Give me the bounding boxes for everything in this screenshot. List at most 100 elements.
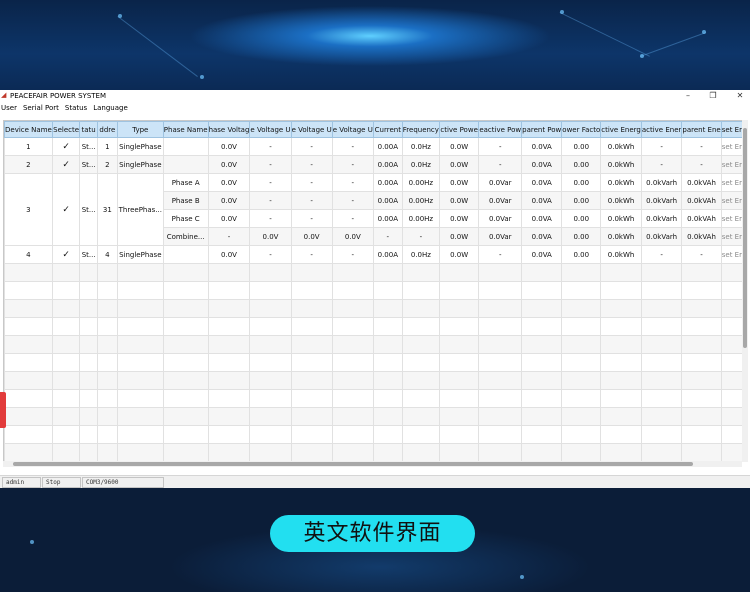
cell: - bbox=[331, 209, 374, 228]
cell: St... bbox=[79, 155, 98, 174]
table-header: Device Name Selecte tatu ddre Type Phase… bbox=[4, 121, 743, 138]
cell: 0.0V bbox=[290, 227, 333, 246]
col-header[interactable]: active Ener bbox=[640, 121, 683, 138]
set-energy-link[interactable]: set Er bbox=[720, 173, 743, 192]
device-table: Device Name Selecte tatu ddre Type Phase… bbox=[4, 121, 743, 461]
col-header[interactable]: ddre bbox=[96, 121, 118, 138]
set-energy-link[interactable]: set Er bbox=[720, 155, 743, 174]
cell: 0.0kWh bbox=[600, 227, 642, 246]
table-row[interactable]: 3 ✓ St... 31 ThreePhas... Phase A 0.0V -… bbox=[4, 173, 743, 246]
cell: - bbox=[640, 137, 683, 156]
cell: 0.0kVarh bbox=[640, 191, 683, 210]
status-bar: admin Stop COM3/9600 bbox=[0, 475, 750, 488]
cell: 0.0kWh bbox=[600, 245, 642, 264]
cell: 0.0V bbox=[249, 227, 292, 246]
empty-row bbox=[4, 407, 743, 426]
set-energy-link[interactable]: set Er bbox=[720, 137, 743, 156]
cell: 0.0VA bbox=[521, 155, 563, 174]
col-header[interactable]: e Voltage U bbox=[249, 121, 292, 138]
cell bbox=[162, 155, 209, 174]
selected-checkbox[interactable]: ✓ bbox=[51, 137, 81, 156]
selected-checkbox[interactable]: ✓ bbox=[51, 173, 81, 246]
selected-checkbox[interactable]: ✓ bbox=[51, 155, 81, 174]
cell: 0.00 bbox=[561, 227, 602, 246]
empty-row bbox=[4, 443, 743, 461]
set-energy-link[interactable]: set Er bbox=[720, 245, 743, 264]
table-row[interactable]: 1 ✓ St... 1 SinglePhase 0.0V - - - 0.00A… bbox=[4, 137, 743, 156]
close-icon[interactable]: ✕ bbox=[733, 90, 747, 102]
device-grid[interactable]: Device Name Selecte tatu ddre Type Phase… bbox=[3, 120, 744, 462]
col-header[interactable]: Type bbox=[116, 121, 164, 138]
menu-language[interactable]: Language bbox=[93, 104, 128, 112]
empty-row bbox=[4, 335, 743, 354]
col-header[interactable]: Phase Name bbox=[162, 121, 209, 138]
col-header[interactable]: Device Name bbox=[4, 121, 53, 138]
caption-text: 英文软件界面 bbox=[303, 521, 442, 546]
col-header[interactable]: tatu bbox=[79, 121, 98, 138]
col-header[interactable]: e Voltage U bbox=[290, 121, 333, 138]
cell: 31 bbox=[96, 173, 118, 246]
col-header[interactable]: hase Voltag bbox=[207, 121, 251, 138]
col-header[interactable]: parent Ene bbox=[681, 121, 722, 138]
cell: St... bbox=[79, 137, 98, 156]
empty-row bbox=[4, 263, 743, 282]
cell: Phase A bbox=[162, 173, 209, 192]
empty-row bbox=[4, 317, 743, 336]
col-header[interactable]: Current bbox=[372, 121, 403, 138]
cell: Phase C bbox=[162, 209, 209, 228]
cell: 0.0W bbox=[438, 209, 480, 228]
vertical-scrollbar[interactable] bbox=[742, 120, 748, 462]
minimize-icon[interactable]: – bbox=[681, 90, 695, 102]
col-header[interactable]: Selecte bbox=[51, 121, 81, 138]
menu-user[interactable]: User bbox=[1, 104, 17, 112]
col-header[interactable]: eactive Pow bbox=[478, 121, 523, 138]
col-header[interactable]: set Er bbox=[720, 121, 743, 138]
empty-row bbox=[4, 353, 743, 372]
cell: - bbox=[372, 227, 403, 246]
cell: 2 bbox=[96, 155, 118, 174]
horizontal-scroll-thumb[interactable] bbox=[13, 462, 693, 466]
cell: 0.0VA bbox=[521, 227, 563, 246]
set-energy-link[interactable]: set Er bbox=[720, 209, 743, 228]
cell: 0.00 bbox=[561, 191, 602, 210]
cell: 1 bbox=[96, 137, 118, 156]
cell: - bbox=[249, 191, 292, 210]
cell: 0.0kVAh bbox=[681, 227, 722, 246]
cell: 0.0V bbox=[207, 155, 251, 174]
cell: SinglePhase bbox=[116, 245, 164, 264]
menu-serial-port[interactable]: Serial Port bbox=[23, 104, 59, 112]
cell: - bbox=[681, 245, 722, 264]
col-header[interactable]: Frequency bbox=[401, 121, 440, 138]
cell: 0.0VA bbox=[521, 137, 563, 156]
maximize-icon[interactable]: ❐ bbox=[706, 90, 720, 102]
vertical-scroll-thumb[interactable] bbox=[743, 128, 747, 348]
cell: 4 bbox=[4, 245, 53, 264]
cell: 0.00A bbox=[372, 191, 403, 210]
table-row[interactable]: 4 ✓ St... 4 SinglePhase 0.0V - - - 0.00A… bbox=[4, 245, 743, 264]
cell: St... bbox=[79, 245, 98, 264]
empty-row bbox=[4, 389, 743, 408]
set-energy-link[interactable]: set Er bbox=[720, 227, 743, 246]
set-energy-link[interactable]: set Er bbox=[720, 191, 743, 210]
cell: 0.0V bbox=[331, 227, 374, 246]
cell: - bbox=[207, 227, 251, 246]
table-row[interactable]: 2 ✓ St... 2 SinglePhase 0.0V - - - 0.00A… bbox=[4, 155, 743, 174]
menu-bar: User Serial Port Status Language bbox=[0, 103, 134, 114]
banner-top bbox=[0, 0, 750, 90]
col-header[interactable]: ctive Energ bbox=[600, 121, 642, 138]
col-header[interactable]: ctive Powe bbox=[438, 121, 480, 138]
cell: SinglePhase bbox=[116, 137, 164, 156]
col-header[interactable]: parent Pow bbox=[521, 121, 563, 138]
menu-status[interactable]: Status bbox=[65, 104, 87, 112]
cell bbox=[162, 245, 209, 264]
cell: 0.0kWh bbox=[600, 137, 642, 156]
cell: 0.0V bbox=[207, 137, 251, 156]
selected-checkbox[interactable]: ✓ bbox=[51, 245, 81, 264]
col-header[interactable]: ower Facto bbox=[561, 121, 602, 138]
col-header[interactable]: e Voltage U bbox=[331, 121, 374, 138]
cell: - bbox=[478, 137, 523, 156]
cell: 0.0Var bbox=[478, 191, 523, 210]
horizontal-scrollbar[interactable] bbox=[3, 461, 742, 467]
cell: - bbox=[249, 155, 292, 174]
cell: 0.0W bbox=[438, 155, 480, 174]
